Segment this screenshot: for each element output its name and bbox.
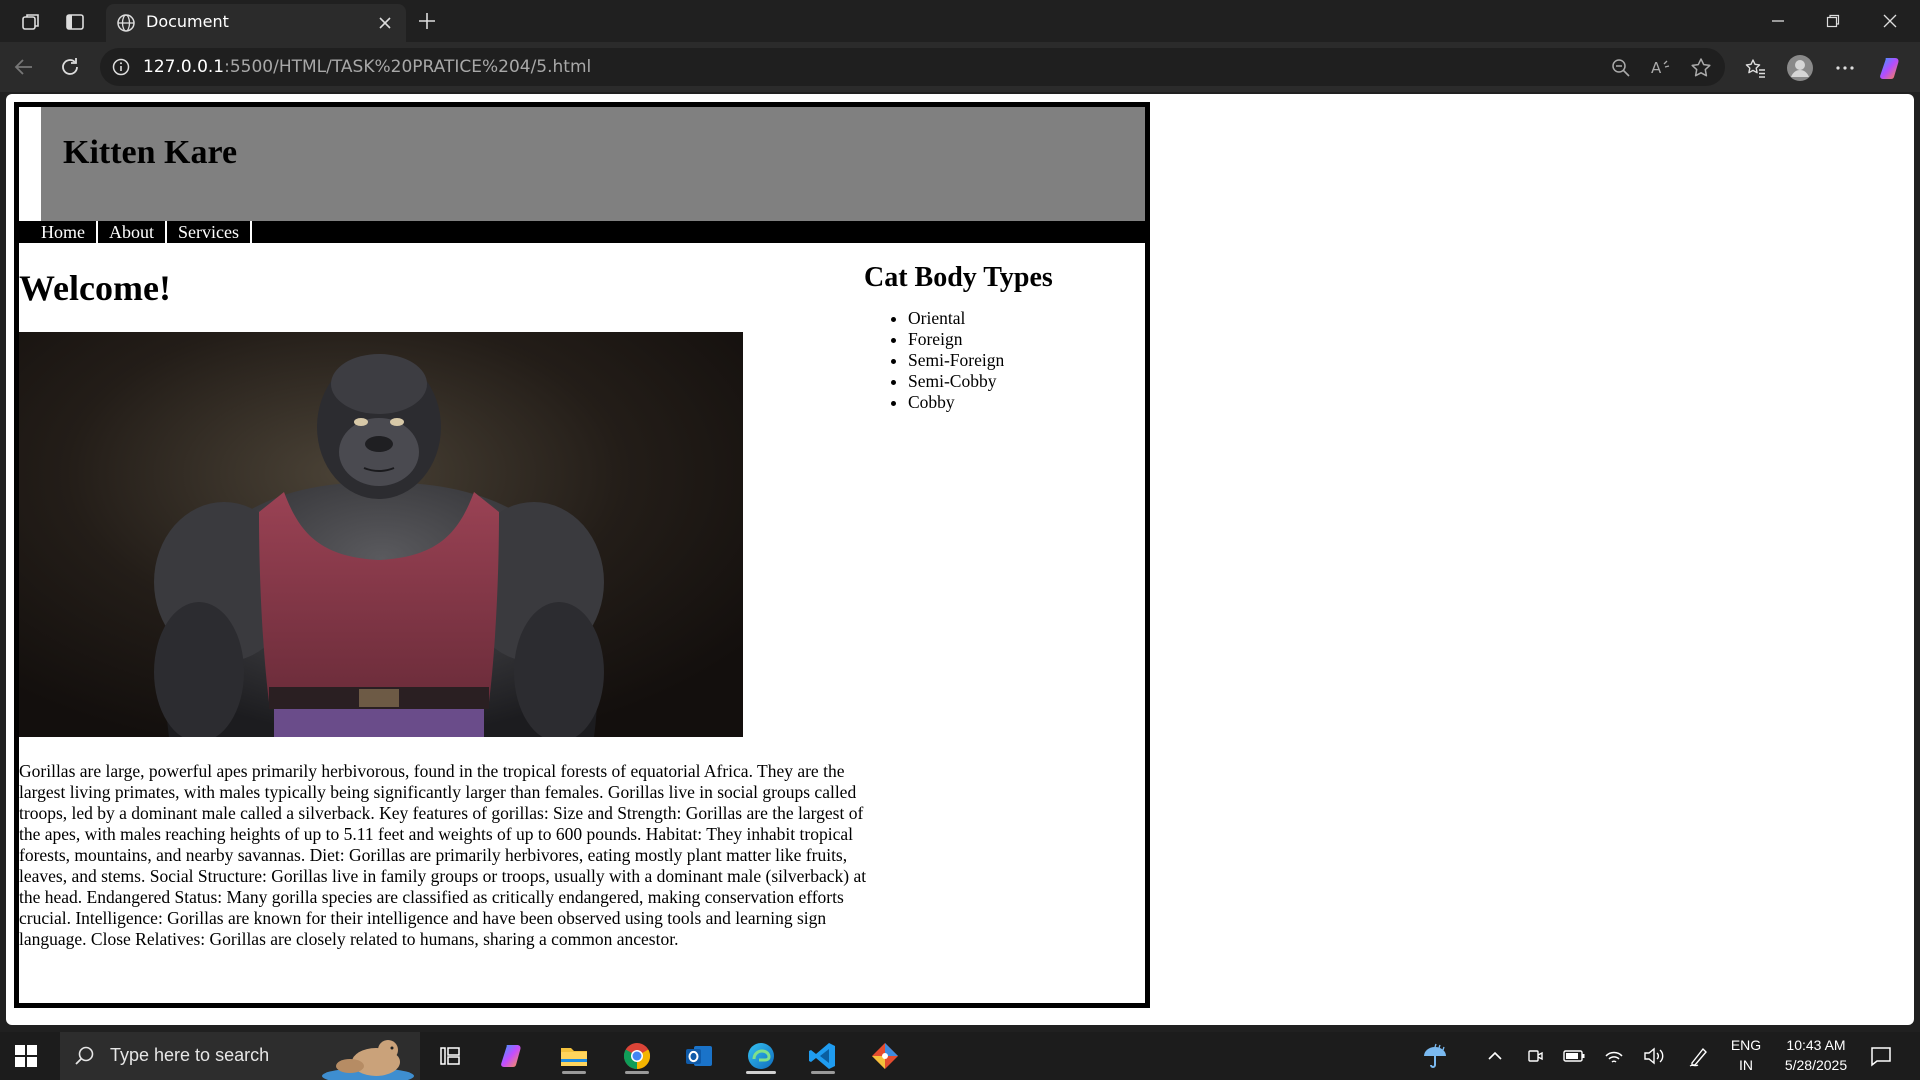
list-item: Foreign <box>908 329 1134 350</box>
svg-text:A: A <box>1651 59 1662 77</box>
favorite-star-icon[interactable] <box>1689 56 1713 80</box>
page-viewport: Kitten Kare Home About Services Welcome! <box>6 94 1914 1025</box>
clock-date: 5/28/2025 <box>1784 1057 1848 1073</box>
restore-icon[interactable] <box>1811 6 1855 36</box>
search-placeholder: Type here to search <box>110 1045 270 1065</box>
plus-icon[interactable] <box>414 8 440 34</box>
outlook-icon[interactable] <box>681 1038 717 1074</box>
meet-now-icon[interactable] <box>1524 1045 1546 1067</box>
workspaces-icon[interactable] <box>18 9 44 35</box>
vscode-icon[interactable] <box>805 1038 841 1074</box>
tab-title: Document <box>146 12 229 31</box>
globe-icon <box>116 13 136 37</box>
list-item: Cobby <box>908 392 1134 413</box>
sidebar-aside: Cat Body Types Oriental Foreign Semi-For… <box>864 262 1134 413</box>
more-icon[interactable] <box>1830 53 1860 83</box>
refresh-icon[interactable] <box>56 53 84 81</box>
minimize-icon[interactable] <box>1756 6 1800 36</box>
weather-umbrella-icon[interactable] <box>1420 1041 1450 1071</box>
address-bar[interactable]: 127.0.0.1:5500/HTML/TASK%20PRATICE%204/5… <box>100 48 1725 86</box>
site-nav: Home About Services <box>19 221 1145 243</box>
language-code: ENG <box>1730 1037 1762 1053</box>
chrome-icon[interactable] <box>619 1038 655 1074</box>
taskbar: Type here to search ENG IN 10:43 AM 5/28… <box>0 1032 1920 1080</box>
nav-about[interactable]: About <box>98 221 167 243</box>
info-icon[interactable] <box>112 58 130 80</box>
edge-icon[interactable] <box>743 1038 779 1074</box>
window-close-icon[interactable] <box>1868 6 1912 36</box>
battery-icon[interactable] <box>1563 1045 1585 1067</box>
list-item: Semi-Foreign <box>908 350 1134 371</box>
clock-time: 10:43 AM <box>1786 1037 1846 1053</box>
aside-title: Cat Body Types <box>864 262 1053 293</box>
task-view-icon[interactable] <box>432 1038 468 1074</box>
tab-actions-icon[interactable] <box>62 9 88 35</box>
git-tool-icon[interactable] <box>867 1038 903 1074</box>
nav-home[interactable]: Home <box>41 221 98 243</box>
article-text: Gorillas are large, powerful apes primar… <box>19 761 867 949</box>
browser-titlebar: Document <box>0 0 1920 42</box>
volume-icon[interactable] <box>1643 1045 1665 1067</box>
clock[interactable]: 10:43 AM 5/28/2025 <box>1770 1035 1862 1075</box>
profile-icon[interactable] <box>1785 53 1815 83</box>
gorilla-image <box>19 332 743 737</box>
list-item: Oriental <box>908 308 1134 329</box>
region-code: IN <box>1739 1057 1753 1073</box>
url-path: :5500/HTML/TASK%20PRATICE%204/5.html <box>224 57 592 77</box>
nav-services[interactable]: Services <box>167 221 252 243</box>
file-explorer-icon[interactable] <box>556 1038 592 1074</box>
url-host: 127.0.0.1 <box>143 57 225 77</box>
list-item: Semi-Cobby <box>908 371 1134 392</box>
otter-highlight-icon <box>320 1036 416 1080</box>
close-icon[interactable] <box>374 12 396 34</box>
site-header: Kitten Kare <box>41 107 1145 221</box>
tab-document[interactable]: Document <box>106 4 406 42</box>
body-types-list: Oriental Foreign Semi-Foreign Semi-Cobby… <box>864 308 1134 413</box>
favorites-icon[interactable] <box>1740 53 1770 83</box>
language-indicator[interactable]: ENG IN <box>1728 1035 1764 1075</box>
copilot-icon[interactable] <box>1876 53 1906 83</box>
wifi-icon[interactable] <box>1603 1045 1625 1067</box>
site-container: Kitten Kare Home About Services Welcome! <box>14 102 1150 1008</box>
welcome-heading: Welcome! <box>19 268 171 308</box>
copilot-app-icon[interactable] <box>494 1038 530 1074</box>
read-aloud-icon[interactable]: A <box>1649 56 1673 80</box>
browser-toolbar: 127.0.0.1:5500/HTML/TASK%20PRATICE%204/5… <box>0 42 1920 92</box>
zoom-out-icon[interactable] <box>1609 56 1633 80</box>
back-icon[interactable] <box>10 53 38 81</box>
site-title: Kitten Kare <box>63 134 238 171</box>
windows-start-icon[interactable] <box>14 1044 38 1068</box>
pen-icon[interactable] <box>1688 1045 1710 1067</box>
search-icon <box>74 1045 96 1071</box>
taskbar-search[interactable]: Type here to search <box>60 1032 420 1080</box>
notification-icon[interactable] <box>1868 1043 1894 1069</box>
chevron-up-icon[interactable] <box>1484 1045 1506 1067</box>
url-text[interactable]: 127.0.0.1:5500/HTML/TASK%20PRATICE%204/5… <box>143 57 591 77</box>
